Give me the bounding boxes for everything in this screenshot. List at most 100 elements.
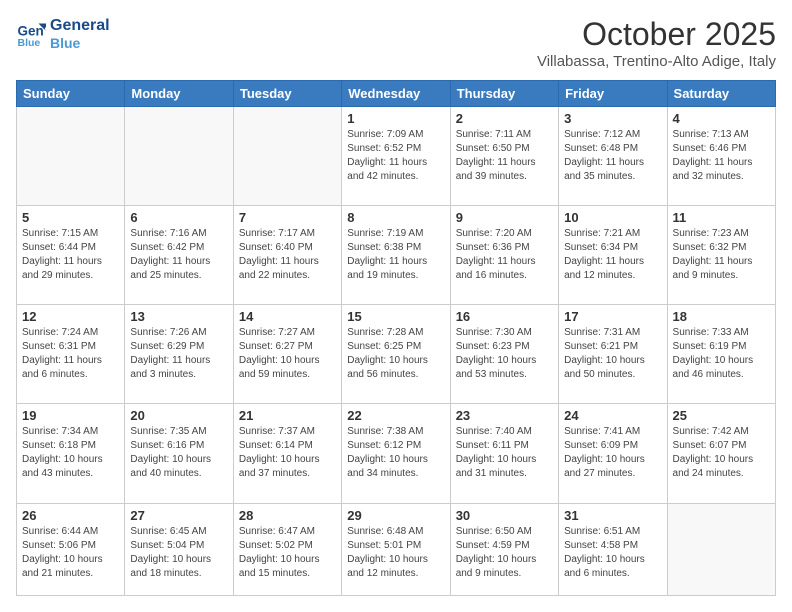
day-info: Sunrise: 7:42 AM Sunset: 6:07 PM Dayligh… [673, 425, 770, 481]
day-info: Sunrise: 6:51 AM Sunset: 4:58 PM Dayligh… [564, 525, 661, 581]
day-cell: 9 Sunrise: 7:20 AM Sunset: 6:36 PM Daylig… [450, 206, 558, 305]
col-header-sunday: Sunday [17, 81, 125, 107]
day-info: Sunrise: 7:37 AM Sunset: 6:14 PM Dayligh… [239, 425, 336, 481]
day-info: Sunrise: 7:28 AM Sunset: 6:25 PM Dayligh… [347, 326, 444, 382]
day-cell: 24 Sunrise: 7:41 AM Sunset: 6:09 PM Dayli… [559, 404, 667, 503]
day-cell [233, 107, 341, 206]
day-number: 17 [564, 309, 661, 324]
day-info: Sunrise: 7:23 AM Sunset: 6:32 PM Dayligh… [673, 227, 770, 283]
day-cell [125, 107, 233, 206]
day-info: Sunrise: 7:26 AM Sunset: 6:29 PM Dayligh… [130, 326, 227, 382]
day-cell: 5 Sunrise: 7:15 AM Sunset: 6:44 PM Daylig… [17, 206, 125, 305]
day-cell: 17Sunrise: 7:31 AM Sunset: 6:21 PM Dayli… [559, 305, 667, 404]
day-number: 21 [239, 408, 336, 423]
day-number: 18 [673, 309, 770, 324]
day-cell: 4Sunrise: 7:13 AM Sunset: 6:46 PM Daylig… [667, 107, 775, 206]
day-info: Sunrise: 7:41 AM Sunset: 6:09 PM Dayligh… [564, 425, 661, 481]
day-cell: 2 Sunrise: 7:11 AM Sunset: 6:50 PM Daylig… [450, 107, 558, 206]
day-info: Sunrise: 7:15 AM Sunset: 6:44 PM Dayligh… [22, 227, 119, 283]
day-info: Sunrise: 6:48 AM Sunset: 5:01 PM Dayligh… [347, 525, 444, 581]
main-title: October 2025 [537, 16, 776, 53]
day-number: 4 [673, 111, 770, 126]
day-info: Sunrise: 7:21 AM Sunset: 6:34 PM Dayligh… [564, 227, 661, 283]
day-info: Sunrise: 6:44 AM Sunset: 5:06 PM Dayligh… [22, 525, 119, 581]
day-cell: 23 Sunrise: 7:40 AM Sunset: 6:11 PM Dayli… [450, 404, 558, 503]
day-info: Sunrise: 6:50 AM Sunset: 4:59 PM Dayligh… [456, 525, 553, 581]
day-cell: 13 Sunrise: 7:26 AM Sunset: 6:29 PM Dayli… [125, 305, 233, 404]
week-row-3: 12Sunrise: 7:24 AM Sunset: 6:31 PM Dayli… [17, 305, 776, 404]
day-info: Sunrise: 6:47 AM Sunset: 5:02 PM Dayligh… [239, 525, 336, 581]
day-number: 8 [347, 210, 444, 225]
day-number: 7 [239, 210, 336, 225]
day-cell: 14 Sunrise: 7:27 AM Sunset: 6:27 PM Dayli… [233, 305, 341, 404]
day-number: 28 [239, 508, 336, 523]
day-number: 24 [564, 408, 661, 423]
day-cell: 19Sunrise: 7:34 AM Sunset: 6:18 PM Dayli… [17, 404, 125, 503]
day-cell [17, 107, 125, 206]
svg-text:Gen: Gen [18, 23, 44, 38]
day-cell: 25Sunrise: 7:42 AM Sunset: 6:07 PM Dayli… [667, 404, 775, 503]
day-number: 5 [22, 210, 119, 225]
week-row-1: 1 Sunrise: 7:09 AM Sunset: 6:52 PM Daylig… [17, 107, 776, 206]
svg-text:Blue: Blue [18, 37, 41, 49]
day-info: Sunrise: 7:34 AM Sunset: 6:18 PM Dayligh… [22, 425, 119, 481]
col-header-friday: Friday [559, 81, 667, 107]
day-info: Sunrise: 7:33 AM Sunset: 6:19 PM Dayligh… [673, 326, 770, 382]
day-info: Sunrise: 7:35 AM Sunset: 6:16 PM Dayligh… [130, 425, 227, 481]
subtitle: Villabassa, Trentino-Alto Adige, Italy [537, 53, 776, 70]
day-number: 22 [347, 408, 444, 423]
day-cell: 20 Sunrise: 7:35 AM Sunset: 6:16 PM Dayli… [125, 404, 233, 503]
day-info: Sunrise: 7:38 AM Sunset: 6:12 PM Dayligh… [347, 425, 444, 481]
logo-text-line2: Blue [50, 35, 110, 52]
calendar-header-row: SundayMondayTuesdayWednesdayThursdayFrid… [17, 81, 776, 107]
day-info: Sunrise: 7:11 AM Sunset: 6:50 PM Dayligh… [456, 128, 553, 184]
day-cell: 29Sunrise: 6:48 AM Sunset: 5:01 PM Dayli… [342, 503, 450, 595]
col-header-tuesday: Tuesday [233, 81, 341, 107]
day-cell [667, 503, 775, 595]
logo: Gen Blue General Blue [16, 16, 110, 52]
day-cell: 21 Sunrise: 7:37 AM Sunset: 6:14 PM Dayli… [233, 404, 341, 503]
day-number: 14 [239, 309, 336, 324]
day-cell: 7 Sunrise: 7:17 AM Sunset: 6:40 PM Daylig… [233, 206, 341, 305]
col-header-saturday: Saturday [667, 81, 775, 107]
logo-text-line1: General [50, 16, 110, 35]
day-cell: 12Sunrise: 7:24 AM Sunset: 6:31 PM Dayli… [17, 305, 125, 404]
day-info: Sunrise: 7:20 AM Sunset: 6:36 PM Dayligh… [456, 227, 553, 283]
day-cell: 8Sunrise: 7:19 AM Sunset: 6:38 PM Daylig… [342, 206, 450, 305]
day-cell: 16Sunrise: 7:30 AM Sunset: 6:23 PM Dayli… [450, 305, 558, 404]
day-number: 13 [130, 309, 227, 324]
day-number: 11 [673, 210, 770, 225]
day-cell: 11 Sunrise: 7:23 AM Sunset: 6:32 PM Dayli… [667, 206, 775, 305]
day-info: Sunrise: 7:09 AM Sunset: 6:52 PM Dayligh… [347, 128, 444, 184]
day-number: 1 [347, 111, 444, 126]
day-number: 2 [456, 111, 553, 126]
day-number: 31 [564, 508, 661, 523]
day-cell: 31 Sunrise: 6:51 AM Sunset: 4:58 PM Dayli… [559, 503, 667, 595]
day-number: 9 [456, 210, 553, 225]
day-number: 16 [456, 309, 553, 324]
day-info: Sunrise: 7:40 AM Sunset: 6:11 PM Dayligh… [456, 425, 553, 481]
day-number: 6 [130, 210, 227, 225]
day-cell: 30Sunrise: 6:50 AM Sunset: 4:59 PM Dayli… [450, 503, 558, 595]
day-cell: 1 Sunrise: 7:09 AM Sunset: 6:52 PM Daylig… [342, 107, 450, 206]
day-cell: 27Sunrise: 6:45 AM Sunset: 5:04 PM Dayli… [125, 503, 233, 595]
day-number: 3 [564, 111, 661, 126]
week-row-5: 26 Sunrise: 6:44 AM Sunset: 5:06 PM Dayli… [17, 503, 776, 595]
col-header-wednesday: Wednesday [342, 81, 450, 107]
day-info: Sunrise: 7:16 AM Sunset: 6:42 PM Dayligh… [130, 227, 227, 283]
day-cell: 6 Sunrise: 7:16 AM Sunset: 6:42 PM Daylig… [125, 206, 233, 305]
day-info: Sunrise: 7:17 AM Sunset: 6:40 PM Dayligh… [239, 227, 336, 283]
day-number: 27 [130, 508, 227, 523]
day-cell: 15Sunrise: 7:28 AM Sunset: 6:25 PM Dayli… [342, 305, 450, 404]
day-number: 20 [130, 408, 227, 423]
col-header-monday: Monday [125, 81, 233, 107]
day-number: 23 [456, 408, 553, 423]
day-info: Sunrise: 7:12 AM Sunset: 6:48 PM Dayligh… [564, 128, 661, 184]
day-cell: 22 Sunrise: 7:38 AM Sunset: 6:12 PM Dayli… [342, 404, 450, 503]
title-area: October 2025 Villabassa, Trentino-Alto A… [537, 16, 776, 70]
week-row-2: 5 Sunrise: 7:15 AM Sunset: 6:44 PM Daylig… [17, 206, 776, 305]
day-number: 26 [22, 508, 119, 523]
day-cell: 10Sunrise: 7:21 AM Sunset: 6:34 PM Dayli… [559, 206, 667, 305]
day-info: Sunrise: 7:27 AM Sunset: 6:27 PM Dayligh… [239, 326, 336, 382]
col-header-thursday: Thursday [450, 81, 558, 107]
